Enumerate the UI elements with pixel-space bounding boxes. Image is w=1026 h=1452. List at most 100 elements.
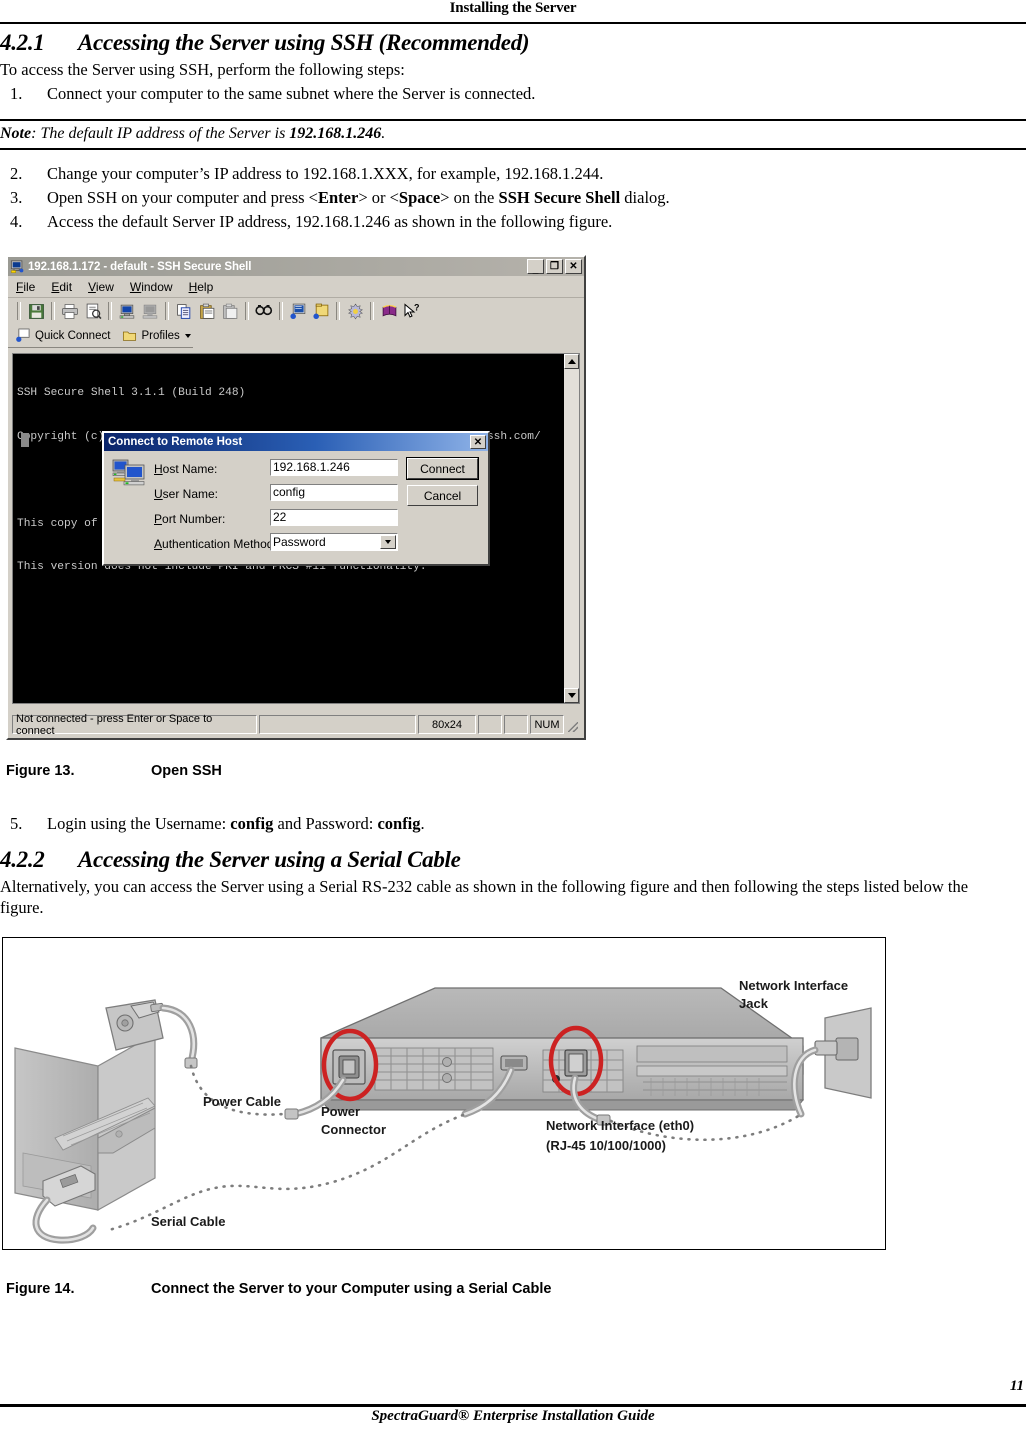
host-name-input[interactable]: 192.168.1.246 xyxy=(270,459,398,476)
help-book-icon[interactable] xyxy=(378,301,400,322)
scroll-down-button[interactable] xyxy=(564,688,579,703)
list-item: 4. Access the default Server IP address,… xyxy=(0,210,1026,233)
context-help-icon[interactable]: ? xyxy=(401,301,423,322)
maximize-button[interactable]: ❐ xyxy=(546,259,563,274)
list-item: 5. Login using the Username: config and … xyxy=(0,812,1026,835)
toolbar-separator xyxy=(370,302,374,320)
quick-connect-label[interactable]: Quick Connect xyxy=(35,330,110,342)
note-value: 192.168.1.246 xyxy=(289,125,382,142)
host-name-label: Host Name: xyxy=(154,462,218,476)
list-text: Open SSH on your computer and press <Ent… xyxy=(47,188,670,207)
auth-method-value: Password xyxy=(273,535,326,549)
new-terminal-icon[interactable] xyxy=(287,301,309,322)
terminal-vertical-scrollbar[interactable] xyxy=(564,354,579,703)
print-preview-icon[interactable] xyxy=(82,301,104,322)
resize-grip[interactable] xyxy=(566,715,580,734)
scroll-up-button[interactable] xyxy=(564,354,579,369)
dialog-title: Connect to Remote Host xyxy=(108,436,243,448)
copy-icon[interactable] xyxy=(173,301,195,322)
ssh-quick-connect-bar[interactable]: Quick Connect Profiles xyxy=(8,324,193,348)
list-item: 3. Open SSH on your computer and press <… xyxy=(0,186,1026,209)
label-network-interface-jack-line2: Jack xyxy=(739,996,769,1011)
user-name-row: User Name: xyxy=(154,484,218,504)
user-name-label: User Name: xyxy=(154,487,219,501)
figure-number: Figure 13. xyxy=(6,763,75,779)
toolbar-separator xyxy=(245,302,249,320)
new-file-transfer-icon[interactable] xyxy=(310,301,332,322)
quick-connect-icon xyxy=(16,328,30,342)
section-heading-422: 4.2.2 Accessing the Server using a Serial… xyxy=(0,847,1026,873)
close-icon: ✕ xyxy=(473,436,483,448)
status-message: Not connected - press Enter or Space to … xyxy=(12,713,257,737)
auth-method-row: Authentication Method: xyxy=(154,534,277,554)
print-icon[interactable] xyxy=(59,301,81,322)
serial-cable-diagram: Network Interface Jack Power Cable Power… xyxy=(14,978,872,1244)
toolbar-separator xyxy=(108,302,112,320)
server-chassis-illustration xyxy=(319,987,805,1111)
port-number-input[interactable]: 22 xyxy=(270,509,398,526)
toolbar-separator xyxy=(165,302,169,320)
close-icon: ✕ xyxy=(569,261,578,272)
connect-button[interactable]: Connect xyxy=(406,457,479,480)
profiles-label[interactable]: Profiles xyxy=(141,330,179,342)
section-heading-421: 4.2.1 Accessing the Server using SSH (Rec… xyxy=(0,30,1026,56)
svg-text:?: ? xyxy=(414,303,420,313)
user-name-input[interactable]: config xyxy=(270,484,398,501)
note-box: Note: The default IP address of the Serv… xyxy=(0,119,1026,150)
serial-cable-dotted xyxy=(107,1113,465,1232)
menu-item-window[interactable]: Window xyxy=(130,280,173,294)
label-power-connector-line2: Connector xyxy=(321,1122,386,1137)
list-text: Login using the Username: config and Pas… xyxy=(47,814,425,833)
settings-icon[interactable] xyxy=(344,301,366,322)
menu-item-view[interactable]: View xyxy=(88,280,114,294)
status-progress xyxy=(259,715,416,734)
scrollbar-track[interactable] xyxy=(564,369,579,688)
figure-13-caption: Figure 13. Open SSH xyxy=(6,763,222,779)
disconnect-icon[interactable] xyxy=(139,301,161,322)
ssh-toolbar[interactable]: ? xyxy=(8,298,584,324)
toolbar-separator xyxy=(17,302,21,320)
label-power-cable: Power Cable xyxy=(203,1094,281,1109)
section-421-intro: To access the Server using SSH, perform … xyxy=(0,60,405,79)
save-icon[interactable] xyxy=(25,301,47,322)
window-controls[interactable]: _ ❐ ✕ xyxy=(527,259,582,275)
section-title: Accessing the Server using SSH (Recommen… xyxy=(78,30,530,55)
auth-method-select[interactable]: Password xyxy=(270,533,398,551)
paste-plain-icon[interactable] xyxy=(219,301,241,322)
ssh-secure-shell-window[interactable]: 192.168.1.172 - default - SSH Secure She… xyxy=(6,255,586,740)
document-content: 4.2.1 Accessing the Server using SSH (Rec… xyxy=(0,30,1026,233)
dropdown-arrow-button[interactable] xyxy=(380,535,396,549)
ssh-window-titlebar[interactable]: 192.168.1.172 - default - SSH Secure She… xyxy=(8,257,584,276)
content-after-figure-13: 5. Login using the Username: config and … xyxy=(0,810,1026,918)
page-number: 11 xyxy=(1009,1378,1024,1394)
footer-rule xyxy=(0,1404,1026,1407)
status-num-lock: NUM xyxy=(530,715,564,734)
paste-icon[interactable] xyxy=(196,301,218,322)
minimize-button[interactable]: _ xyxy=(527,259,544,275)
host-name-row: Host Name: xyxy=(154,459,217,479)
menu-item-help[interactable]: Help xyxy=(189,280,214,294)
connect-icon[interactable] xyxy=(116,301,138,322)
cancel-button[interactable]: Cancel xyxy=(407,485,478,506)
note-label: Note xyxy=(0,125,32,142)
ssh-status-bar: Not connected - press Enter or Space to … xyxy=(12,713,580,737)
menu-item-edit[interactable]: Edit xyxy=(51,280,72,294)
note-paragraph: Note: The default IP address of the Serv… xyxy=(0,125,1026,143)
dialog-titlebar[interactable]: Connect to Remote Host ✕ xyxy=(104,433,488,451)
ssh-app-icon xyxy=(10,259,24,273)
toolbar-separator xyxy=(279,302,283,320)
chevron-down-icon xyxy=(567,693,576,698)
find-icon[interactable] xyxy=(253,301,275,322)
chevron-down-icon[interactable] xyxy=(184,333,191,338)
ssh-menu-bar[interactable]: File Edit View Window Help xyxy=(8,276,584,298)
figure-title: Open SSH xyxy=(151,763,222,779)
laptop-illustration xyxy=(14,1032,156,1244)
close-button[interactable]: ✕ xyxy=(565,259,582,274)
label-network-interface-eth0-line1: Network Interface (eth0) xyxy=(546,1118,694,1133)
toolbar-separator xyxy=(336,302,340,320)
menu-item-file[interactable]: File xyxy=(16,280,35,294)
section-number: 4.2.1 xyxy=(0,30,45,55)
dialog-close-button[interactable]: ✕ xyxy=(470,435,486,449)
list-marker: 5. xyxy=(10,814,23,833)
connect-to-remote-host-dialog[interactable]: Connect to Remote Host ✕ Host Name: 192.… xyxy=(102,431,490,566)
